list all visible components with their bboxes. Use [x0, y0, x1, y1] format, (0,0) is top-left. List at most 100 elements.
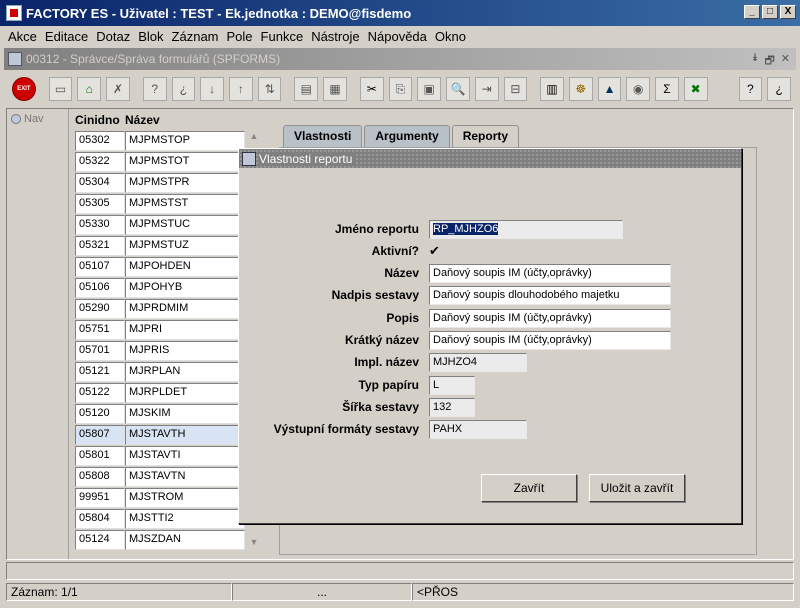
form-restore-icon[interactable]: 🗗 — [764, 52, 774, 71]
form-minimize-icon[interactable]: ⯯ — [752, 52, 759, 71]
tab-reporty[interactable]: Reporty — [451, 125, 520, 147]
formaty-field[interactable]: PAHX — [429, 419, 527, 439]
cinidno-cell[interactable]: 05122 — [75, 383, 125, 403]
nazev-cell[interactable]: MJRPLAN — [125, 362, 245, 382]
list-row[interactable]: 05122 MJRPLDET — [75, 383, 245, 404]
nazev-cell[interactable]: MJPMSTOT — [125, 152, 245, 172]
nadpis-field[interactable]: Daňový soupis dlouhodobého majetku — [429, 285, 671, 305]
menu-blok[interactable]: Blok — [134, 29, 167, 44]
list-row[interactable]: 05751 MJPRI — [75, 320, 245, 341]
list-row[interactable]: 05107 MJPOHDEN — [75, 257, 245, 278]
scroll-down-icon[interactable]: ▼ — [247, 537, 261, 551]
nazev-cell[interactable]: MJPRIS — [125, 341, 245, 361]
insert-icon[interactable]: ⇥ — [474, 77, 499, 101]
list-row[interactable]: 05801 MJSTAVTI — [75, 446, 245, 467]
sort-multi-icon[interactable]: ⇅ — [257, 77, 282, 101]
calculator-icon[interactable]: ▥ — [540, 77, 564, 101]
menu-zaznam[interactable]: Záznam — [168, 29, 223, 44]
list-row[interactable]: 05290 MJPRDMIM — [75, 299, 245, 320]
menu-akce[interactable]: Akce — [4, 29, 41, 44]
nazev-cell[interactable]: MJSTAVTN — [125, 467, 245, 487]
help-icon[interactable]: ? — [738, 77, 763, 101]
nazev-cell[interactable]: MJPOHDEN — [125, 257, 245, 277]
nazev-cell[interactable]: MJSTAVTI — [125, 446, 245, 466]
nazev-field[interactable]: Daňový soupis IM (účty,oprávky) — [429, 263, 671, 283]
popis-field[interactable]: Daňový soupis IM (účty,oprávky) — [429, 308, 671, 328]
list-row[interactable]: 05808 MJSTAVTN — [75, 467, 245, 488]
jmeno-field[interactable]: RP_MJHZO6 — [429, 219, 623, 239]
cinidno-cell[interactable]: 05701 — [75, 341, 125, 361]
menu-napoveda[interactable]: Nápověda — [364, 29, 431, 44]
cinidno-cell[interactable]: 05120 — [75, 404, 125, 424]
sum-icon[interactable]: Σ — [655, 77, 679, 101]
list-row[interactable]: 05304 MJPMSTPR — [75, 173, 245, 194]
query-enter-icon[interactable]: ? — [142, 77, 167, 101]
list-row[interactable]: 05322 MJPMSTOT — [75, 152, 245, 173]
minimize-button[interactable]: _ — [744, 5, 760, 19]
menu-nastroje[interactable]: Nástroje — [307, 29, 363, 44]
maximize-button[interactable]: □ — [762, 5, 778, 19]
print-icon[interactable]: ▤ — [294, 77, 319, 101]
list-row[interactable]: 05305 MJPMSTST — [75, 194, 245, 215]
list-row[interactable]: 05124 MJSZDAN — [75, 530, 245, 551]
nazev-cell[interactable]: MJSKIM — [125, 404, 245, 424]
tab-vlastnosti[interactable]: Vlastnosti — [283, 125, 363, 147]
nazev-cell[interactable]: MJPMSTPR — [125, 173, 245, 193]
list-row[interactable]: 05804 MJSTTI2 — [75, 509, 245, 530]
nazev-cell[interactable]: MJRPLDET — [125, 383, 245, 403]
cinidno-cell[interactable]: 05322 — [75, 152, 125, 172]
menu-funkce[interactable]: Funkce — [257, 29, 308, 44]
house-icon[interactable]: ⌂ — [77, 77, 102, 101]
menu-dotaz[interactable]: Dotaz — [92, 29, 134, 44]
cinidno-cell[interactable]: 05121 — [75, 362, 125, 382]
nazev-cell[interactable]: MJPMSTOP — [125, 131, 245, 151]
list-row[interactable]: 05330 MJPMSTUC — [75, 215, 245, 236]
cinidno-cell[interactable]: 05305 — [75, 194, 125, 214]
list-row[interactable]: 05701 MJPRIS — [75, 341, 245, 362]
export-icon[interactable]: ▦ — [323, 77, 347, 101]
nazev-cell[interactable]: MJPMSTUC — [125, 215, 245, 235]
menu-pole[interactable]: Pole — [223, 29, 257, 44]
excel-icon[interactable]: ✖ — [683, 77, 708, 101]
impl-field[interactable]: MJHZO4 — [429, 352, 527, 372]
nazev-cell[interactable]: MJPMSTST — [125, 194, 245, 214]
menu-editace[interactable]: Editace — [41, 29, 92, 44]
cinidno-cell[interactable]: 05804 — [75, 509, 125, 529]
menu-okno[interactable]: Okno — [431, 29, 470, 44]
list-row[interactable]: 05121 MJRPLAN — [75, 362, 245, 383]
nazev-cell[interactable]: MJPMSTUZ — [125, 236, 245, 256]
wheel-icon[interactable]: ☸ — [568, 77, 593, 101]
nazev-cell[interactable]: MJPRI — [125, 320, 245, 340]
close-dialog-button[interactable]: Zavřít — [481, 474, 577, 502]
nazev-cell[interactable]: MJSTAVTH — [125, 425, 245, 445]
typ-field[interactable]: L — [429, 375, 475, 395]
tab-argumenty[interactable]: Argumenty — [364, 125, 450, 147]
scroll-up-icon[interactable]: ▲ — [247, 131, 261, 145]
nazev-cell[interactable]: MJSTTI2 — [125, 509, 245, 529]
aktivni-checkbox[interactable]: ✔ — [429, 244, 442, 258]
nazev-cell[interactable]: MJPOHYB — [125, 278, 245, 298]
find-icon[interactable]: 🔍 — [446, 77, 470, 101]
cut-icon[interactable]: ✂ — [359, 77, 384, 101]
nav-item[interactable]: Nav — [11, 113, 44, 125]
nazev-cell[interactable]: MJSZDAN — [125, 530, 245, 550]
delete-icon[interactable]: ⊟ — [503, 77, 528, 101]
cinidno-cell[interactable]: 05808 — [75, 467, 125, 487]
list-row[interactable]: 05321 MJPMSTUZ — [75, 236, 245, 257]
cinidno-cell[interactable]: 05107 — [75, 257, 125, 277]
form-close-icon[interactable]: ✕ — [781, 52, 790, 71]
nazev-cell[interactable]: MJPRDMIM — [125, 299, 245, 319]
save-close-button[interactable]: Uložit a zavřít — [589, 474, 685, 502]
sort-desc-icon[interactable]: ↑ — [229, 77, 253, 101]
sort-asc-icon[interactable]: ↓ — [200, 77, 225, 101]
cinidno-cell[interactable]: 05751 — [75, 320, 125, 340]
cinidno-cell[interactable]: 05302 — [75, 131, 125, 151]
clear-icon[interactable]: ✗ — [106, 77, 130, 101]
cinidno-cell[interactable]: 05290 — [75, 299, 125, 319]
cinidno-cell[interactable]: 05801 — [75, 446, 125, 466]
kratky-field[interactable]: Daňový soupis IM (účty,oprávky) — [429, 330, 671, 350]
sirka-field[interactable]: 132 — [429, 397, 475, 417]
list-row[interactable]: 05302 MJPMSTOP — [75, 131, 245, 152]
nazev-cell[interactable]: MJSTROM — [125, 488, 245, 508]
save-icon[interactable]: ▭ — [48, 77, 73, 101]
